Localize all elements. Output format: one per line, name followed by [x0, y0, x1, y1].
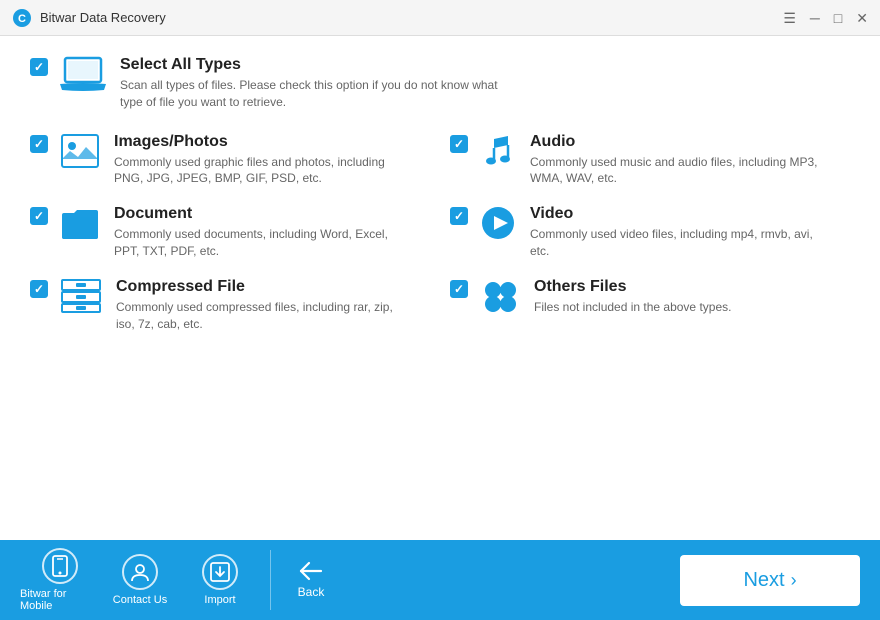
others-icon: [480, 278, 520, 314]
back-label: Back: [298, 585, 325, 599]
menu-button[interactable]: ☰: [783, 11, 796, 25]
select-all-row: Select All Types Scan all types of files…: [30, 56, 850, 111]
bottom-bar: Bitwar for Mobile Contact Us Import Back: [0, 540, 880, 620]
compressed-icon: [60, 278, 102, 314]
file-types-grid: Images/Photos Commonly used graphic file…: [30, 133, 850, 333]
import-label: Import: [204, 594, 235, 606]
mobile-button[interactable]: Bitwar for Mobile: [20, 548, 100, 612]
audio-icon: [480, 133, 516, 169]
video-icon: [480, 205, 516, 241]
images-text: Images/Photos Commonly used graphic file…: [114, 133, 404, 188]
title-bar: C Bitwar Data Recovery ☰ ─ □ ✕: [0, 0, 880, 36]
document-checkbox[interactable]: [30, 207, 48, 225]
minimize-button[interactable]: ─: [810, 11, 820, 25]
video-checkbox[interactable]: [450, 207, 468, 225]
compressed-checkbox[interactable]: [30, 280, 48, 298]
video-text: Video Commonly used video files, includi…: [530, 205, 820, 260]
select-all-checkbox[interactable]: [30, 58, 48, 76]
app-title: Bitwar Data Recovery: [40, 10, 783, 25]
images-checkbox[interactable]: [30, 135, 48, 153]
import-icon: [202, 554, 238, 590]
file-type-others: Others Files Files not included in the a…: [450, 278, 850, 333]
window-controls: ☰ ─ □ ✕: [783, 11, 868, 25]
mobile-icon: [42, 548, 78, 584]
contact-label: Contact Us: [113, 594, 167, 606]
audio-checkbox[interactable]: [450, 135, 468, 153]
audio-text: Audio Commonly used music and audio file…: [530, 133, 820, 188]
file-type-audio: Audio Commonly used music and audio file…: [450, 133, 850, 188]
select-all-text: Select All Types Scan all types of files…: [120, 56, 500, 111]
bottom-divider: [270, 550, 271, 610]
file-type-document: Document Commonly used documents, includ…: [30, 205, 430, 260]
next-label: Next: [743, 569, 784, 592]
document-icon: [60, 205, 100, 243]
select-all-icon: [60, 56, 106, 92]
others-text: Others Files Files not included in the a…: [534, 278, 731, 316]
compressed-text: Compressed File Commonly used compressed…: [116, 278, 406, 333]
contact-button[interactable]: Contact Us: [100, 554, 180, 606]
file-type-images: Images/Photos Commonly used graphic file…: [30, 133, 430, 188]
back-button[interactable]: Back: [281, 561, 341, 599]
close-button[interactable]: ✕: [856, 11, 868, 25]
document-text: Document Commonly used documents, includ…: [114, 205, 404, 260]
main-content: Select All Types Scan all types of files…: [0, 36, 880, 540]
contact-icon: [122, 554, 158, 590]
svg-text:C: C: [18, 13, 26, 25]
next-chevron-icon: ›: [791, 570, 797, 591]
mobile-label: Bitwar for Mobile: [20, 588, 100, 612]
images-icon: [60, 133, 100, 169]
next-button[interactable]: Next ›: [680, 555, 860, 606]
maximize-button[interactable]: □: [834, 11, 842, 25]
file-type-compressed: Compressed File Commonly used compressed…: [30, 278, 430, 333]
file-type-video: Video Commonly used video files, includi…: [450, 205, 850, 260]
others-checkbox[interactable]: [450, 280, 468, 298]
import-button[interactable]: Import: [180, 554, 260, 606]
app-logo: C: [12, 8, 32, 28]
